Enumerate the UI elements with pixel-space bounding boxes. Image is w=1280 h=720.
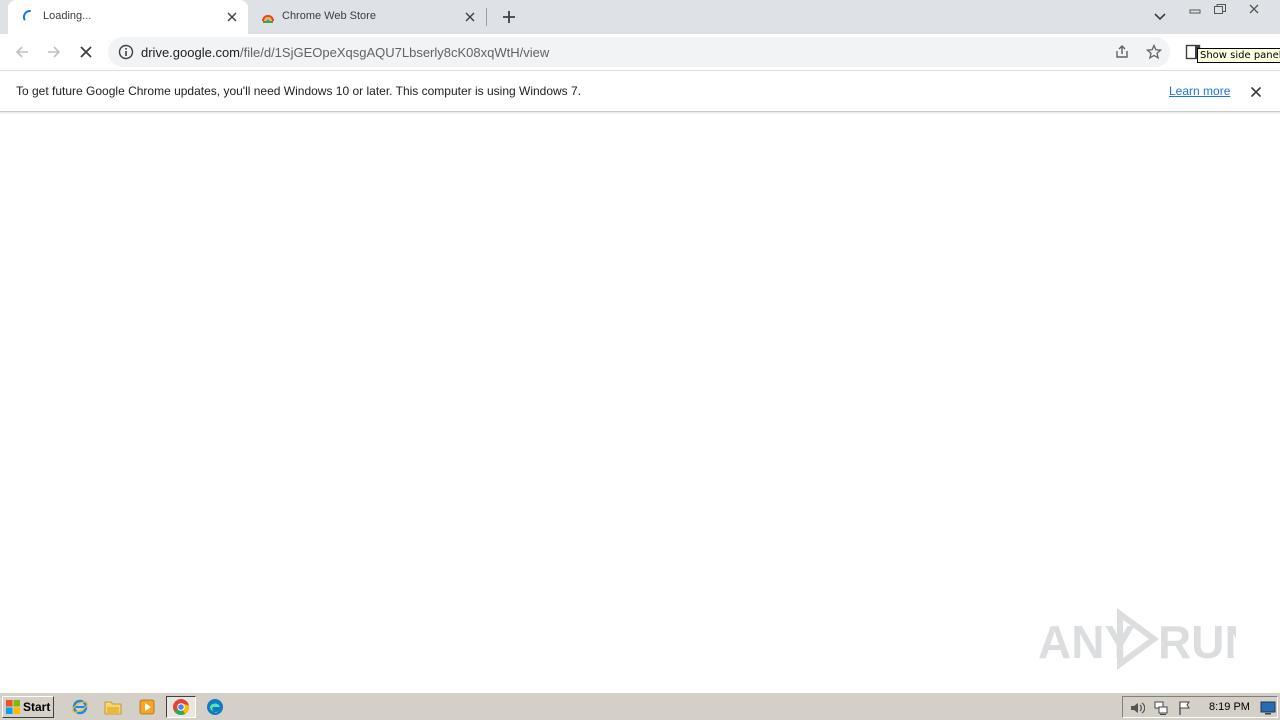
new-tab-button[interactable] [498,6,520,28]
update-infobar: To get future Google Chrome updates, you… [0,72,1280,112]
address-bar[interactable]: drive.google.com/file/d/1SjGEOpeXqsgAQU7… [108,37,1170,67]
restore-button[interactable] [1208,0,1232,17]
clock[interactable]: 8:19 PM [1209,701,1250,713]
url-text[interactable]: drive.google.com/file/d/1SjGEOpeXqsgAQU7… [141,45,549,60]
taskbar: Start 8:19 PM [0,692,1280,720]
file-explorer-taskbar-button[interactable] [101,696,125,718]
info-icon[interactable] [118,44,134,60]
internet-explorer-icon [71,699,89,715]
tab-close-icon[interactable] [224,9,240,25]
share-icon [1116,45,1128,58]
chrome-taskbar-button[interactable] [166,696,196,718]
url-path: /file/d/1SjGEOpeXqsgAQU7Lbserly8cK08xqWt… [240,45,550,60]
start-label: Start [23,700,51,714]
close-icon [1250,86,1262,98]
arrow-left-icon [15,46,28,58]
infobar-message: To get future Google Chrome updates, you… [16,84,582,98]
action-center-flag-icon[interactable] [1177,700,1193,716]
edge-taskbar-button[interactable] [203,696,227,718]
media-player-icon [139,699,155,715]
volume-icon[interactable] [1129,700,1145,716]
url-host: drive.google.com [141,45,240,60]
tab-chrome-web-store[interactable]: Chrome Web Store [250,0,486,34]
svg-text:RUN: RUN [1158,616,1236,668]
folder-icon [104,701,122,715]
internet-explorer-taskbar-button[interactable] [68,696,92,718]
chrome-icon [173,699,190,715]
start-button[interactable]: Start [2,696,54,718]
window-close-button[interactable] [1236,0,1272,17]
tab-separator [486,8,487,26]
edge-icon [207,699,223,715]
close-icon [1249,4,1259,13]
learn-more-link[interactable]: Learn more [1169,84,1230,98]
tab-search-button[interactable] [1150,7,1170,27]
tooltip: Show side panel [1197,48,1280,63]
toolbar: drive.google.com/file/d/1SjGEOpeXqsgAQU7… [0,34,1280,71]
loading-spinner-icon [22,9,31,21]
star-icon [1146,44,1162,60]
forward-button[interactable] [42,40,66,64]
minimize-button[interactable] [1183,0,1207,17]
plus-icon [503,11,515,23]
windows-logo-icon [6,700,20,714]
chrome-web-store-icon [261,14,275,23]
system-tray: 8:19 PM [1122,696,1278,718]
infobar-close-button[interactable] [1247,83,1265,101]
tab-close-icon[interactable] [462,9,478,25]
anyrun-watermark: ANY RUN [1038,608,1236,670]
media-player-taskbar-button[interactable] [135,696,159,718]
bookmark-button[interactable] [1144,42,1164,62]
stop-loading-button[interactable] [74,40,98,64]
minimize-icon [1189,9,1201,13]
share-button[interactable] [1112,42,1132,62]
arrow-right-icon [48,46,61,58]
network-icon[interactable] [1153,700,1169,716]
restore-icon [1214,3,1226,14]
show-desktop-icon[interactable] [1260,700,1276,716]
tab-title: Loading... [43,10,92,22]
tab-title: Chrome Web Store [282,10,376,22]
back-button[interactable] [10,40,34,64]
tab-strip: Loading... Chrome Web Store [0,0,1280,34]
tab-loading[interactable]: Loading... [8,0,248,34]
chevron-down-icon [1154,13,1166,21]
close-icon [80,46,92,58]
